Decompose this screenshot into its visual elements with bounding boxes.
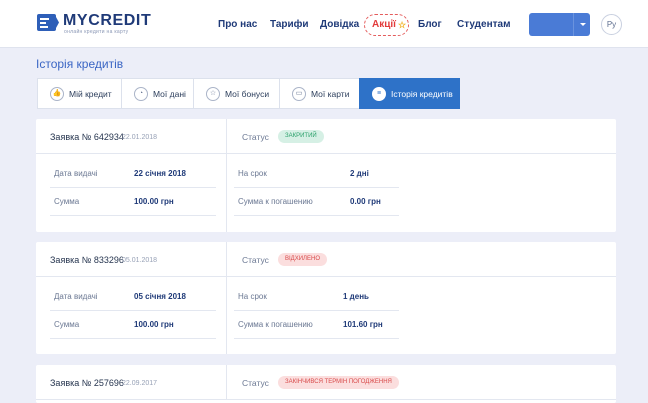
repay-value: 101.60 грн	[343, 320, 383, 329]
issue-date-value: 05 січня 2018	[134, 292, 186, 301]
repay-value: 0.00 грн	[350, 197, 381, 206]
nav-tariffs[interactable]: Тарифи	[270, 19, 309, 31]
issue-date-label: Дата видачі	[54, 169, 98, 178]
tab-my-credit[interactable]: 👍 Мій кредит	[37, 78, 122, 109]
user-icon: ◔	[134, 86, 148, 101]
row-divider	[50, 338, 216, 339]
tab-label: Мої бонуси	[225, 88, 270, 99]
status-label: Статус	[242, 255, 269, 265]
row-divider	[234, 215, 399, 216]
tabs-bar: 👍 Мій кредит ◔ Мої дані ☆ Мої бонуси ▭ М…	[37, 78, 460, 109]
logo-card-icon	[37, 14, 59, 31]
nav-students[interactable]: Студентам	[457, 19, 511, 31]
repay-label: Сумма к погашению	[238, 320, 313, 329]
loan-card: Заявка № 642934 22.01.2018 Статус ЗАКРИТ…	[36, 119, 616, 232]
tab-my-data[interactable]: ◔ Мої дані	[121, 78, 194, 109]
status-label: Статус	[242, 132, 269, 142]
request-date: 22.09.2017	[122, 380, 158, 387]
row-divider	[234, 187, 399, 188]
row-divider	[50, 310, 216, 311]
logo-subtitle: онлайн кредити на карту	[64, 29, 129, 35]
row-divider	[234, 338, 399, 339]
card-icon: ▭	[292, 86, 306, 101]
status-badge: ЗАКІНЧИВСЯ ТЕРМІН ПОГОДЖЕННЯ	[278, 376, 399, 389]
amount-value: 100.00 грн	[134, 197, 174, 206]
account-button[interactable]	[529, 13, 590, 36]
request-number: Заявка № 833296	[50, 255, 124, 265]
nav-blog[interactable]: Блог	[418, 19, 442, 31]
tab-label: Історія кредитів	[391, 88, 453, 99]
term-value: 2 дні	[350, 169, 369, 178]
tab-label: Мій кредит	[69, 88, 112, 99]
nav-help[interactable]: Довідка	[320, 19, 359, 31]
amount-label: Сумма	[54, 320, 80, 329]
loan-card-header: Заявка № 833296 05.01.2018 Статус ВІДХИЛ…	[36, 242, 616, 277]
status-badge: ЗАКРИТИЙ	[278, 130, 324, 143]
amount-value: 100.00 грн	[134, 320, 174, 329]
chevron-down-icon[interactable]	[573, 13, 590, 36]
tab-label: Мої карти	[311, 88, 350, 99]
loan-card: Заявка № 833296 05.01.2018 Статус ВІДХИЛ…	[36, 242, 616, 354]
row-divider	[234, 310, 399, 311]
list-icon: ≡	[372, 86, 386, 101]
status-label: Статус	[242, 378, 269, 388]
loan-card: Заявка № 257696 22.09.2017 Статус ЗАКІНЧ…	[36, 365, 616, 403]
loan-card-header: Заявка № 642934 22.01.2018 Статус ЗАКРИТ…	[36, 119, 616, 154]
row-divider	[50, 187, 216, 188]
issue-date-value: 22 січня 2018	[134, 169, 186, 178]
term-value: 1 день	[343, 292, 369, 301]
star-icon: ☆	[206, 86, 220, 101]
promo-label: Акції	[372, 19, 396, 30]
row-divider	[50, 215, 216, 216]
request-date: 05.01.2018	[122, 257, 158, 264]
divider	[226, 119, 227, 154]
nav-about[interactable]: Про нас	[218, 19, 257, 31]
tab-my-cards[interactable]: ▭ Мої карти	[279, 78, 360, 109]
logo-title: MYCREDIT	[63, 12, 152, 29]
divider	[226, 154, 227, 232]
thumbs-up-icon: 👍	[50, 86, 64, 101]
language-switch[interactable]: Ру	[601, 14, 622, 35]
divider	[226, 277, 227, 354]
repay-label: Сумма к погашению	[238, 197, 313, 206]
issue-date-label: Дата видачі	[54, 292, 98, 301]
request-date: 22.01.2018	[122, 134, 158, 141]
term-label: На срок	[238, 292, 267, 301]
top-header: MYCREDIT онлайн кредити на карту Про нас…	[0, 0, 648, 48]
amount-label: Сумма	[54, 197, 80, 206]
loan-card-header: Заявка № 257696 22.09.2017 Статус ЗАКІНЧ…	[36, 365, 616, 400]
page-title: Історія кредитів	[36, 57, 124, 71]
status-badge: ВІДХИЛЕНО	[278, 253, 327, 266]
request-number: Заявка № 642934	[50, 132, 124, 142]
tab-my-bonuses[interactable]: ☆ Мої бонуси	[193, 78, 280, 109]
request-number: Заявка № 257696	[50, 378, 124, 388]
divider	[226, 242, 227, 277]
star-icon: ☆	[398, 20, 407, 30]
logo[interactable]: MYCREDIT онлайн кредити на карту	[37, 12, 151, 38]
nav-promo[interactable]: Акції ☆	[364, 14, 409, 36]
divider	[226, 365, 227, 400]
term-label: На срок	[238, 169, 267, 178]
tab-credit-history[interactable]: ≡ Історія кредитів	[359, 78, 460, 109]
tab-label: Мої дані	[153, 88, 186, 99]
